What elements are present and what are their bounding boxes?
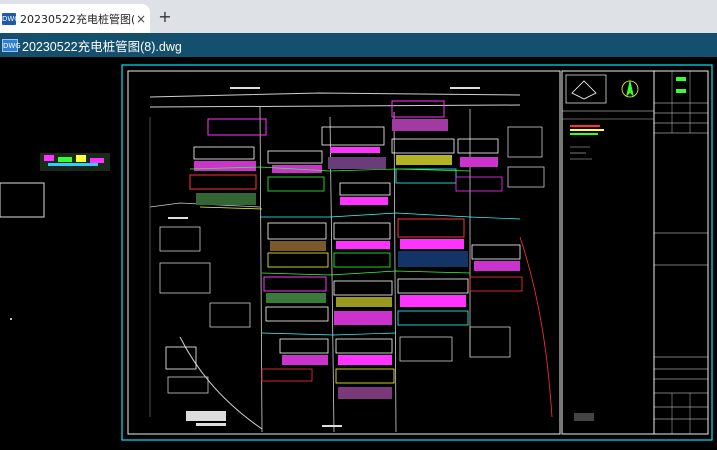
new-tab-button[interactable]: +: [157, 8, 173, 26]
browser-tab-strip: DWG 20230522充电桩管图(8).dwg × +: [0, 0, 717, 33]
dwg-app-icon: DWG: [2, 38, 21, 52]
site-plan: [149, 87, 553, 433]
tab-title: 20230522充电桩管图(8).dwg: [20, 12, 134, 26]
viewer-title-bar: DWG 20230522充电桩管图(8).dwg: [0, 33, 717, 57]
dwg-file-icon: DWG: [2, 12, 20, 25]
document-title: 20230522充电桩管图(8).dwg: [22, 39, 182, 54]
close-tab-icon[interactable]: ×: [136, 12, 146, 26]
thumbnail-drawing: [0, 153, 110, 320]
drawing-canvas[interactable]: [0, 57, 717, 450]
cad-drawing[interactable]: [0, 57, 717, 450]
browser-tab-active[interactable]: DWG 20230522充电桩管图(8).dwg ×: [0, 4, 150, 33]
